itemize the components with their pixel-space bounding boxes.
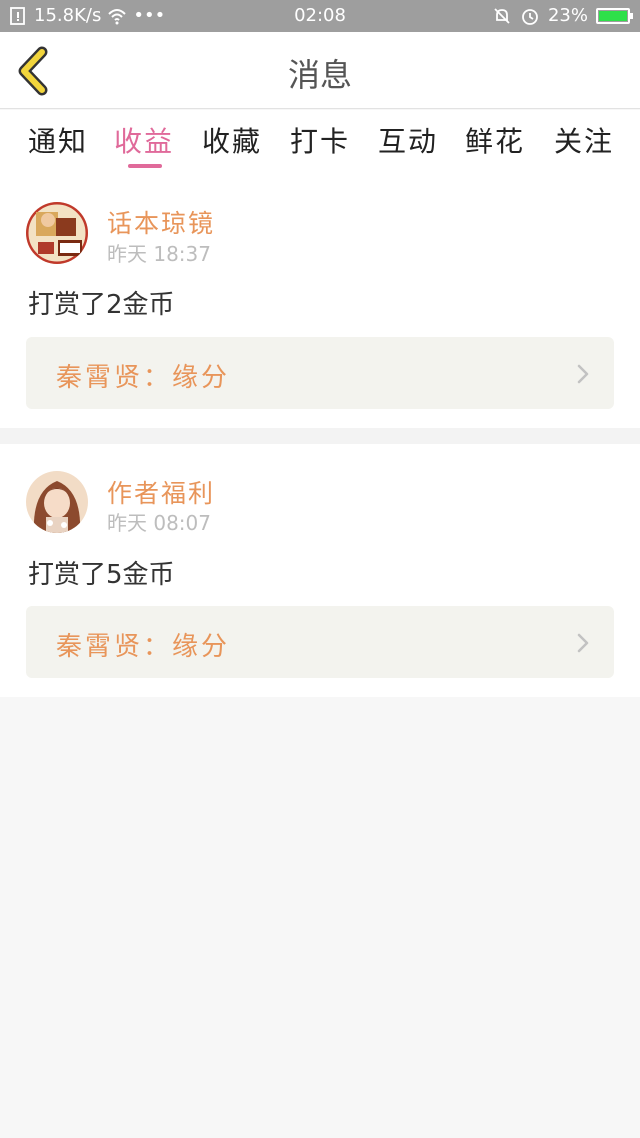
chevron-right-icon: [577, 364, 589, 384]
avatar[interactable]: [26, 471, 88, 533]
reference-text: 秦霄贤：缘分: [56, 632, 231, 662]
tab-checkin[interactable]: 打卡: [290, 120, 350, 160]
tab-following[interactable]: 关注: [554, 120, 614, 160]
battery-percent: 23%: [547, 5, 588, 26]
page-title: 消息: [287, 56, 352, 94]
message-text: 打赏了5金币: [28, 560, 175, 590]
message-card: 作者福利 昨天 08:07 打赏了5金币 秦霄贤：缘分: [0, 444, 640, 697]
mute-bell-icon: [494, 7, 510, 24]
reference-link[interactable]: 秦霄贤：缘分: [26, 337, 614, 409]
chevron-right-icon: [577, 633, 589, 653]
alarm-icon: [522, 8, 538, 25]
divider: [0, 428, 640, 444]
avatar-image: [26, 471, 88, 533]
battery-icon: [596, 7, 633, 24]
tab-favorites[interactable]: 收藏: [202, 120, 262, 160]
reference-text: 秦霄贤：缘分: [56, 363, 231, 393]
avatar-image: [26, 202, 88, 264]
sender-name: 话本琼镜: [107, 209, 216, 238]
timestamp: 昨天 18:37: [107, 242, 211, 266]
message-card: 话本琼镜 昨天 18:37 打赏了2金币 秦霄贤：缘分: [0, 174, 640, 428]
sender-name: 作者福利: [107, 479, 216, 508]
timestamp: 昨天 08:07: [107, 511, 211, 535]
tab-interaction[interactable]: 互动: [378, 120, 438, 160]
tab-notifications[interactable]: 通知: [28, 120, 88, 160]
tab-earnings[interactable]: 收益: [114, 120, 174, 160]
reference-link[interactable]: 秦霄贤：缘分: [26, 606, 614, 678]
tab-bar: 通知 收益 收藏 打卡 互动 鲜花 关注: [0, 110, 640, 174]
message-text: 打赏了2金币: [28, 290, 175, 320]
header: 消息: [0, 32, 640, 109]
tab-flowers[interactable]: 鲜花: [465, 120, 525, 160]
status-bar: 15.8K/s ••• 02:08 23%: [0, 0, 640, 32]
avatar[interactable]: [26, 202, 88, 264]
active-tab-indicator: [128, 164, 162, 168]
